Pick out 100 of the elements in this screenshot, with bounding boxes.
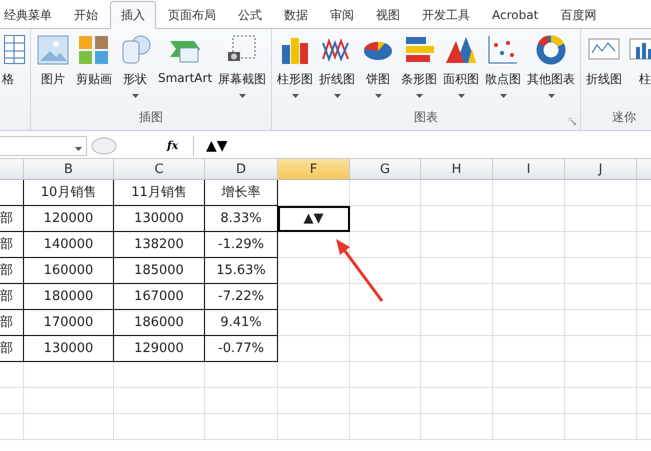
table-cell (278, 414, 350, 440)
ribbon-button[interactable]: 屏幕截图 (216, 29, 268, 109)
column-header[interactable] (0, 159, 24, 180)
table-icon (4, 35, 25, 65)
group-title: 图表 (414, 109, 438, 126)
table-cell: 130000 (114, 206, 205, 232)
column-header[interactable]: C (114, 159, 205, 180)
column-header[interactable]: J (565, 159, 637, 180)
active-cell: ▲▼ (278, 206, 350, 232)
table-cell: 11月销售 (114, 180, 205, 206)
ribbon-button[interactable]: 条形图 (399, 29, 440, 109)
ribbon-button[interactable]: 柱 (626, 29, 651, 109)
table-cell (350, 310, 421, 336)
ribbon-button[interactable]: 饼图 (359, 29, 398, 109)
ribbon-button[interactable]: 剪贴画 (74, 29, 114, 109)
donut-chart-icon (534, 33, 568, 67)
ribbon-button[interactable]: 散点图 (483, 29, 524, 109)
table-cell: 15.63% (205, 258, 278, 284)
group-title: 迷你 (612, 109, 636, 126)
ribbon-button[interactable]: 柱形图 (275, 29, 316, 109)
table-cell (493, 362, 565, 388)
table-cell: 130000 (24, 336, 114, 362)
table-cell (493, 336, 565, 362)
table-cell: 180000 (24, 284, 114, 310)
table-cell: -1.29% (205, 232, 278, 258)
table-cell: 增长率 (205, 180, 278, 206)
table-cell (565, 310, 637, 336)
ribbon-tab[interactable]: 审阅 (320, 2, 364, 28)
table-cell: 部 (0, 258, 24, 284)
ribbon-tab[interactable]: 开始 (64, 2, 108, 28)
column-header[interactable]: G (350, 159, 421, 180)
table-cell (493, 284, 565, 310)
column-header[interactable]: I (493, 159, 565, 180)
ribbon-button[interactable]: SmartArt (156, 29, 214, 109)
table-cell (350, 284, 421, 310)
table-cell: 170000 (24, 310, 114, 336)
table-cell (421, 362, 493, 388)
zoom-circle-icon (91, 136, 117, 154)
table-cell (493, 258, 565, 284)
table-cell: 160000 (24, 258, 114, 284)
table-cell: 部 (0, 284, 24, 310)
table-cell: 部 (0, 206, 24, 232)
table-cell: 部 (0, 336, 24, 362)
ribbon-tab[interactable]: 插入 (110, 1, 156, 29)
ribbon-button[interactable]: 格 (0, 29, 27, 109)
ribbon-button[interactable]: 其他图表 (525, 29, 578, 109)
ribbon-tab[interactable]: 公式 (228, 2, 272, 28)
table-cell (278, 180, 350, 206)
ribbon-button[interactable]: 形状 (116, 29, 154, 109)
table-cell: 9.41% (205, 310, 278, 336)
table-cell (565, 388, 637, 414)
table-cell: 140000 (24, 232, 114, 258)
table-cell (565, 206, 637, 232)
dialog-launcher-icon[interactable] (569, 118, 576, 125)
ribbon-tab[interactable]: 数据 (274, 2, 318, 28)
table-cell (350, 206, 421, 232)
table-cell (350, 258, 421, 284)
ribbon-button[interactable]: 面积图 (441, 29, 482, 109)
column-header[interactable]: B (24, 159, 114, 180)
table-cell (350, 362, 421, 388)
table-cell (350, 180, 421, 206)
table-cell (565, 362, 637, 388)
table-cell (421, 206, 493, 232)
ribbon-button[interactable]: 图片 (34, 29, 72, 109)
table-cell (0, 414, 24, 440)
name-box[interactable] (0, 136, 87, 156)
formula-field[interactable]: ▲▼ (193, 136, 651, 156)
table-cell (350, 388, 421, 414)
table-cell (421, 180, 493, 206)
table-cell (493, 310, 565, 336)
table-cell: 部 (0, 310, 24, 336)
table-cell (421, 414, 493, 440)
clipart-icon (77, 33, 111, 67)
table-cell (278, 258, 350, 284)
table-cell (565, 414, 637, 440)
table-cell: 部 (0, 232, 24, 258)
table-cell (493, 414, 565, 440)
table-cell (421, 388, 493, 414)
table-cell (565, 180, 637, 206)
table-cell (565, 258, 637, 284)
table-cell: 185000 (114, 258, 205, 284)
table-cell (493, 180, 565, 206)
ribbon-tab[interactable]: 视图 (366, 2, 410, 28)
ribbon-tab[interactable]: Acrobat (482, 2, 548, 28)
table-cell (278, 388, 350, 414)
table-cell: 120000 (24, 206, 114, 232)
table-cell (493, 232, 565, 258)
ribbon-tab[interactable]: 页面布局 (158, 2, 226, 28)
ribbon-tab[interactable]: 百度网 (550, 2, 606, 28)
ribbon-button[interactable]: 折线图 (317, 29, 358, 109)
column-header[interactable]: D (205, 159, 278, 180)
ribbon-tab[interactable]: 开发工具 (412, 2, 480, 28)
table-cell (421, 310, 493, 336)
ribbon-button[interactable]: 折线图 (584, 29, 624, 109)
column-header[interactable]: H (421, 159, 493, 180)
ribbon-tab[interactable]: 经典菜单 (0, 2, 62, 28)
table-cell: 10月销售 (24, 180, 114, 206)
function-label[interactable]: fx (167, 139, 187, 152)
table-cell (565, 232, 637, 258)
column-header[interactable]: F (278, 159, 350, 180)
